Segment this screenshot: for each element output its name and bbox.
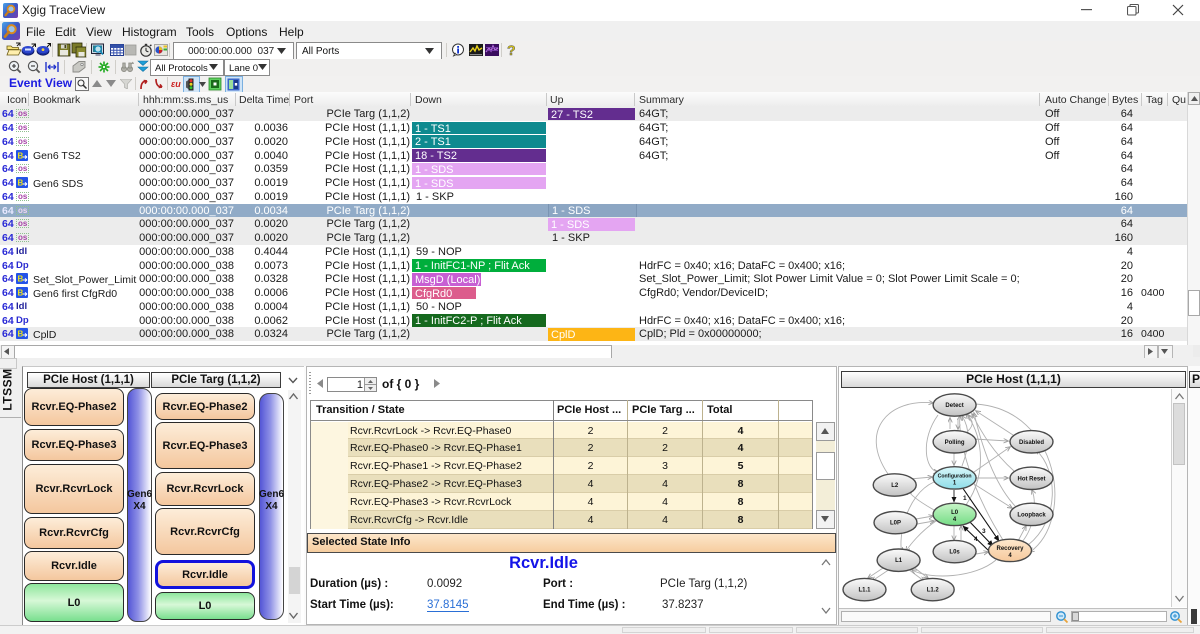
svg-text:Loopback: Loopback [1017, 512, 1046, 518]
svg-text:L1.1: L1.1 [858, 588, 871, 594]
svg-text:Recovery: Recovery [996, 546, 1024, 552]
svg-text:L2: L2 [891, 483, 899, 489]
svg-text:?: ? [507, 42, 516, 58]
svg-text:L1: L1 [895, 558, 903, 564]
svg-text:4: 4 [974, 536, 978, 543]
svg-text:B: B [18, 179, 24, 188]
svg-text:B: B [18, 330, 24, 339]
svg-text:1: 1 [963, 495, 967, 502]
svg-text:B: B [18, 151, 24, 160]
svg-text:Detect: Detect [945, 403, 963, 409]
svg-text:B: B [18, 275, 24, 284]
svg-text:3: 3 [982, 528, 986, 535]
svg-text:Disabled: Disabled [1019, 440, 1044, 446]
svg-text:Polling: Polling [945, 440, 965, 446]
svg-text:L0s: L0s [949, 550, 960, 556]
svg-text:Configuration: Configuration [938, 473, 972, 479]
svg-text:Hot Reset: Hot Reset [1017, 476, 1045, 482]
svg-text:L1.2: L1.2 [927, 588, 940, 594]
svg-text:L0P: L0P [890, 521, 901, 527]
svg-text:L0: L0 [951, 510, 959, 516]
svg-text:B: B [18, 289, 24, 298]
